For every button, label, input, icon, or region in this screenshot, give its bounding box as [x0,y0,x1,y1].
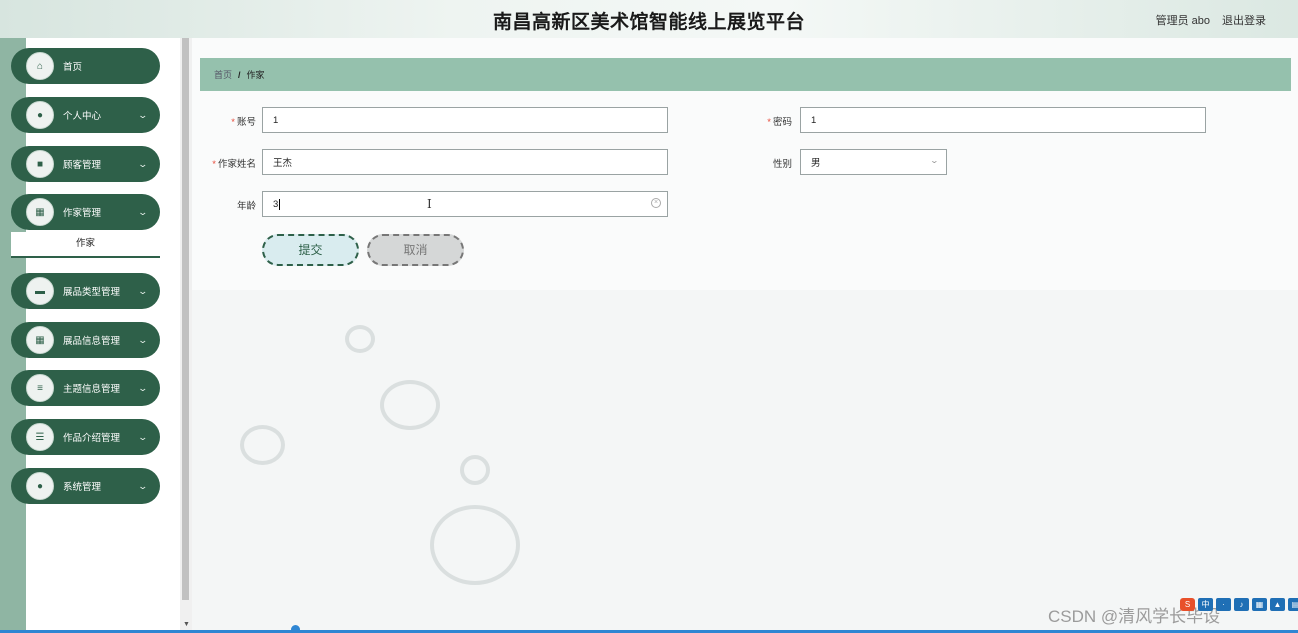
age-value: 3 [273,198,279,210]
gender-label: 性别 [772,159,792,170]
briefcase-icon: ▬ [26,277,54,305]
required-mark: * [212,159,216,170]
sidebar-item-label: 展品类型管理 [63,287,121,298]
person-icon: ● [26,472,54,500]
sidebar-item-2[interactable]: ● 个人中心 ⌄ [11,97,160,133]
breadcrumb: 首页 / 作家 [200,58,1291,91]
gender-select[interactable]: 男 ⌄ [800,149,947,175]
password-value: 1 [811,114,817,126]
chevron-down-icon: ⌄ [137,285,149,296]
header-user-area: 管理员 abo 退出登录 [1156,12,1266,28]
writer-name-value: 王杰 [273,158,293,169]
chevron-down-icon: ⌄ [137,334,149,345]
password-input[interactable]: 1 [800,107,1206,133]
age-label: 年龄 [236,201,256,212]
ime-toolbar: S 中 · ♪ ▦ ▲ ▤ [1180,598,1298,611]
background-decoration [240,425,285,465]
ime-lang-icon[interactable]: 中 [1198,598,1213,611]
background-decoration [380,380,440,430]
sidebar-scroll-thumb[interactable] [182,38,189,600]
list-icon: ☰ [26,423,54,451]
ime-grid-icon[interactable]: ▤ [1288,598,1298,611]
account-label: * 账号 [231,117,256,128]
age-input[interactable]: 3 × [262,191,668,217]
sidebar-item-9[interactable]: ● 系统管理 ⌄ [11,468,160,504]
sidebar-item-8[interactable]: ☰ 作品介绍管理 ⌄ [11,419,160,455]
home-icon: ⌂ [26,52,54,80]
gender-value: 男 [811,158,821,169]
logout-link[interactable]: 退出登录 [1222,12,1266,28]
app-title: 南昌高新区美术馆智能线上展览平台 [492,12,805,33]
sidebar-item-7[interactable]: ≡ 主题信息管理 ⌄ [11,370,160,406]
chevron-down-icon: ⌄ [137,431,149,442]
chevron-down-icon: ⌄ [137,158,149,169]
ime-mic-icon[interactable]: ♪ [1234,598,1249,611]
clear-icon[interactable]: × [651,198,661,208]
account-input[interactable]: 1 [262,107,668,133]
top-header: 南昌高新区美术馆智能线上展览平台 管理员 abo 退出登录 [0,0,1298,38]
password-label: * 密码 [767,117,792,128]
writer-name-label: * 作家姓名 [212,159,256,170]
sidebar-item-label: 作家管理 [63,208,102,219]
sidebar-item-5[interactable]: ▬ 展品类型管理 ⌄ [11,273,160,309]
chevron-down-icon: ⌄ [137,480,149,491]
person-icon: ● [26,101,54,129]
sidebar-item-label: 展品信息管理 [63,336,121,347]
sidebar-item-6[interactable]: ▦ 展品信息管理 ⌄ [11,322,160,358]
chevron-down-icon: ⌄ [137,206,149,217]
ime-skin-icon[interactable]: ▲ [1270,598,1285,611]
background-decoration [430,505,520,585]
ime-logo-icon[interactable]: S [1180,598,1195,611]
sidebar-item-label: 作品介绍管理 [63,433,121,444]
sidebar-item-label: 首页 [63,62,83,73]
grid-icon: ▦ [26,198,54,226]
scroll-down-arrow-icon[interactable]: ▼ [183,621,190,628]
mouse-ibeam-cursor-icon: I [427,197,432,211]
grid-icon: ▦ [26,326,54,354]
sidebar-item-label: 顾客管理 [63,160,102,171]
bottom-progress-dot [291,625,300,633]
admin-user-label[interactable]: 管理员 abo [1156,12,1210,28]
background-decoration [345,325,375,353]
monitor-icon: ■ [26,150,54,178]
required-mark: * [231,117,235,128]
ime-keyboard-icon[interactable]: ▦ [1252,598,1267,611]
required-mark: * [767,117,771,128]
sidebar-item-label: 个人中心 [63,111,102,122]
chevron-down-icon: ⌄ [137,109,149,120]
sliders-icon: ≡ [26,374,54,402]
sidebar-item-label: 系统管理 [63,482,102,493]
submenu-item-writer[interactable]: 作家 [11,232,160,258]
chevron-down-icon: ⌄ [137,382,149,393]
text-caret [279,198,281,210]
sidebar-item-1[interactable]: ⌂ 首页 [11,48,160,84]
account-value: 1 [273,114,279,126]
background-decoration [460,455,490,485]
chevron-down-icon: ⌄ [929,156,940,165]
breadcrumb-separator: / [238,69,241,80]
ime-punct-icon[interactable]: · [1216,598,1231,611]
breadcrumb-home[interactable]: 首页 [214,68,232,81]
sidebar-item-3[interactable]: ■ 顾客管理 ⌄ [11,146,160,182]
sidebar-item-label: 主题信息管理 [63,384,121,395]
breadcrumb-current: 作家 [246,70,265,80]
submit-button[interactable]: 提交 [262,234,359,266]
cancel-button[interactable]: 取消 [367,234,464,266]
writer-name-input[interactable]: 王杰 [262,149,668,175]
sidebar-item-4[interactable]: ▦ 作家管理 ⌄ [11,194,160,230]
